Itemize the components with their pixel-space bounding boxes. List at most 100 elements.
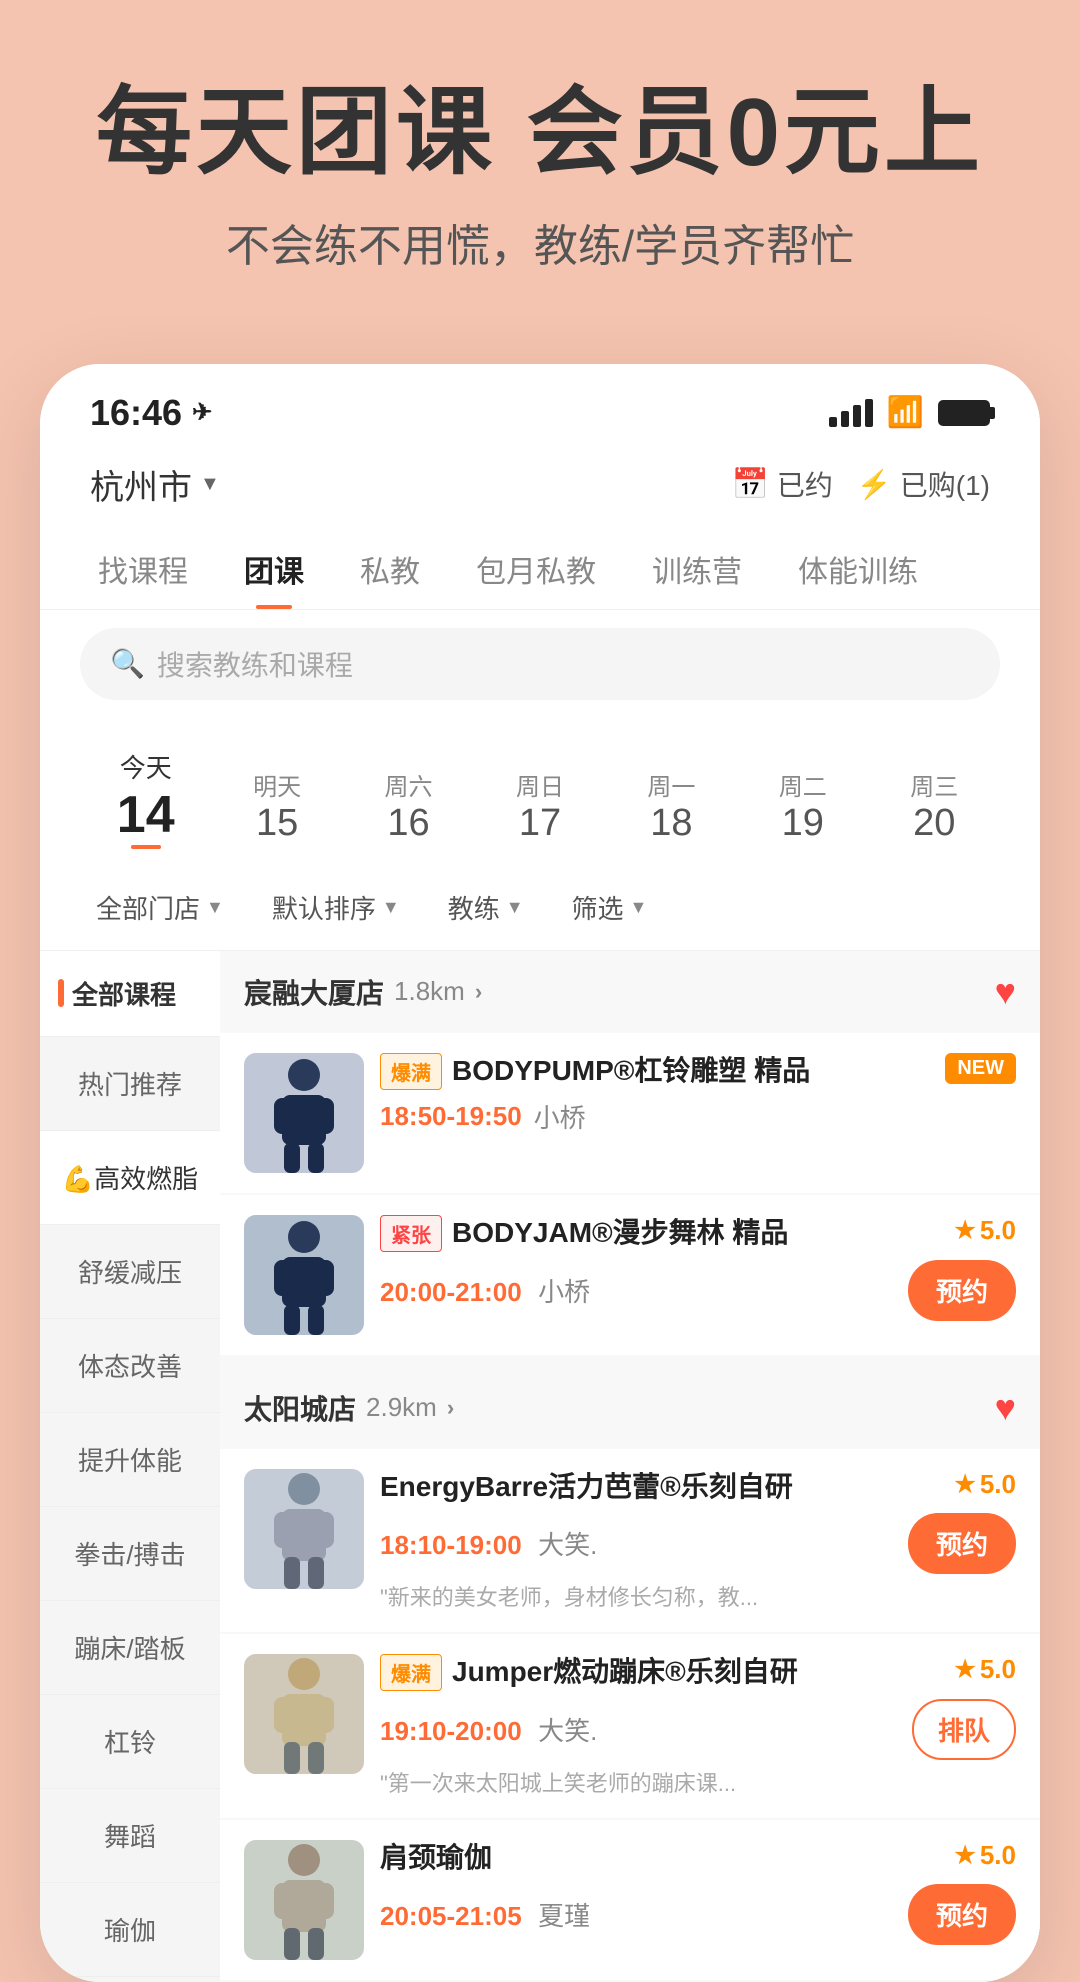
store-2-distance: 2.9km xyxy=(366,1392,437,1423)
filter-more[interactable]: 筛选 ▼ xyxy=(556,881,664,934)
course-3-info: EnergyBarre活力芭蕾®乐刻自研 ★ 5.0 18:10-19:00 大… xyxy=(380,1469,1016,1612)
course-4-info: 爆满 Jumper燃动蹦床®乐刻自研 ★ 5.0 19:10-20:00 大笑.… xyxy=(380,1654,1016,1798)
course-thumb-4 xyxy=(244,1654,364,1774)
course-1-title-row: 爆满 BODYPUMP®杠铃雕塑 精品 NEW xyxy=(380,1053,1016,1090)
store-1-name: 宸融大厦店 xyxy=(244,972,384,1012)
filter-sort[interactable]: 默认排序 ▼ xyxy=(256,881,416,934)
city-dropdown-icon: ▼ xyxy=(200,473,220,496)
tab-camp[interactable]: 训练营 xyxy=(624,529,770,609)
sidebar-item-relax[interactable]: 舒缓减压 xyxy=(40,1225,220,1319)
course-3-title-row: EnergyBarre活力芭蕾®乐刻自研 ★ 5.0 xyxy=(380,1469,1016,1505)
date-4[interactable]: 周一 18 xyxy=(606,757,737,855)
search-input-wrap[interactable]: 🔍 搜索教练和课程 xyxy=(80,628,1000,700)
course-4-bottom: 19:10-20:00 大笑. 排队 xyxy=(380,1699,1016,1760)
course-4-time-trainer: 19:10-20:00 大笑. xyxy=(380,1711,597,1748)
city-name: 杭州市 xyxy=(90,460,192,509)
filter-sort-arrow: ▼ xyxy=(382,897,400,918)
date-5[interactable]: 周二 19 xyxy=(737,757,868,855)
city-selector[interactable]: 杭州市 ▼ xyxy=(90,460,220,509)
course-3-rating: ★ 5.0 xyxy=(954,1469,1016,1500)
filter-trainer[interactable]: 教练 ▼ xyxy=(432,881,540,934)
star-icon-3: ★ xyxy=(954,1470,976,1499)
course-3-book-btn[interactable]: 预约 xyxy=(908,1513,1016,1574)
tab-group[interactable]: 团课 xyxy=(216,529,332,609)
course-5-bottom: 20:05-21:05 夏瑾 预约 xyxy=(380,1884,1016,1945)
filter-more-arrow: ▼ xyxy=(630,897,648,918)
main-content: 全部课程 热门推荐 💪高效燃脂 舒缓减压 体态改善 提升体能 拳击/搏击 蹦床/… xyxy=(40,951,1040,1982)
course-2-book-btn[interactable]: 预约 xyxy=(908,1260,1016,1321)
wifi-icon: 📶 xyxy=(887,395,924,430)
top-nav: 杭州市 ▼ 📅 已约 ⚡ 已购(1) xyxy=(40,444,1040,529)
search-placeholder: 搜索教练和课程 xyxy=(157,644,353,684)
store-1-favorite-btn[interactable]: ♥ xyxy=(995,971,1016,1013)
course-4-time: 19:10-20:00 xyxy=(380,1716,522,1746)
store-2-header: 太阳城店 2.9km › ♥ xyxy=(220,1367,1040,1449)
course-2-rating: ★ 5.0 xyxy=(954,1215,1016,1246)
course-thumb-2 xyxy=(244,1215,364,1335)
store-1-arrow-icon: › xyxy=(475,979,482,1005)
course-4-name: Jumper燃动蹦床®乐刻自研 xyxy=(452,1654,944,1690)
bolt-icon: ⚡ xyxy=(857,468,892,501)
date-3[interactable]: 周日 17 xyxy=(474,757,605,855)
sidebar-item-yoga[interactable]: 瑜伽 xyxy=(40,1883,220,1977)
date-bar: 今天 14 明天 15 周六 16 周日 17 周一 18 周二 19 周三 2… xyxy=(40,718,1040,865)
course-2-time: 20:00-21:00 xyxy=(380,1277,522,1307)
store-1-info[interactable]: 宸融大厦店 1.8km › xyxy=(244,972,482,1012)
course-5-book-btn[interactable]: 预约 xyxy=(908,1884,1016,1945)
date-1[interactable]: 明天 15 xyxy=(211,757,342,855)
course-4-desc: "第一次来太阳城上笑老师的蹦床课... xyxy=(380,1766,1016,1798)
booked-btn[interactable]: 📅 已约 xyxy=(732,464,833,504)
course-1-info: 爆满 BODYPUMP®杠铃雕塑 精品 NEW 18:50-19:50 小桥 xyxy=(380,1053,1016,1135)
course-2-info: 紧张 BODYJAM®漫步舞林 精品 ★ 5.0 20:00-21:00 小桥 … xyxy=(380,1215,1016,1321)
hero-section: 每天团课 会员0元上 不会练不用慌，教练/学员齐帮忙 xyxy=(0,0,1080,334)
person-svg-3 xyxy=(244,1469,364,1589)
tab-find[interactable]: 找课程 xyxy=(70,529,216,609)
course-card-3: EnergyBarre活力芭蕾®乐刻自研 ★ 5.0 18:10-19:00 大… xyxy=(220,1449,1040,1632)
course-1-trainer: 小桥 xyxy=(534,1098,586,1135)
date-6[interactable]: 周三 20 xyxy=(869,757,1000,855)
course-5-title-row: 肩颈瑜伽 ★ 5.0 xyxy=(380,1840,1016,1876)
course-5-time-trainer: 20:05-21:05 夏瑾 xyxy=(380,1896,590,1933)
purchased-btn[interactable]: ⚡ 已购(1) xyxy=(857,464,990,504)
star-icon-5: ★ xyxy=(954,1841,976,1870)
filter-trainer-arrow: ▼ xyxy=(506,897,524,918)
course-3-time-trainer: 18:10-19:00 大笑. xyxy=(380,1525,597,1562)
sidebar-item-fitness[interactable]: 提升体能 xyxy=(40,1413,220,1507)
sidebar-item-hot[interactable]: 热门推荐 xyxy=(40,1037,220,1131)
course-4-queue-btn[interactable]: 排队 xyxy=(912,1699,1016,1760)
date-today[interactable]: 今天 14 xyxy=(80,738,211,855)
tab-fitness[interactable]: 体能训练 xyxy=(770,529,946,609)
sidebar-item-boxing[interactable]: 拳击/搏击 xyxy=(40,1507,220,1601)
course-3-trainer: 大笑. xyxy=(538,1530,597,1560)
person-svg-2 xyxy=(244,1215,364,1335)
sidebar-item-trampoline[interactable]: 蹦床/踏板 xyxy=(40,1601,220,1695)
person-svg-4 xyxy=(244,1654,364,1774)
person-svg-5 xyxy=(244,1840,364,1960)
battery-icon xyxy=(938,400,990,426)
store-2-info[interactable]: 太阳城店 2.9km › xyxy=(244,1388,454,1428)
course-4-trainer: 大笑. xyxy=(538,1716,597,1746)
filter-store[interactable]: 全部门店 ▼ xyxy=(80,881,240,934)
course-3-desc: "新来的美女老师，身材修长匀称，教... xyxy=(380,1580,1016,1612)
tab-private[interactable]: 私教 xyxy=(332,529,448,609)
date-2[interactable]: 周六 16 xyxy=(343,757,474,855)
course-1-time: 18:50-19:50 xyxy=(380,1101,522,1132)
course-card-1: 爆满 BODYPUMP®杠铃雕塑 精品 NEW 18:50-19:50 小桥 xyxy=(220,1033,1040,1193)
course-5-trainer: 夏瑾 xyxy=(538,1901,590,1931)
course-card-2: 紧张 BODYJAM®漫步舞林 精品 ★ 5.0 20:00-21:00 小桥 … xyxy=(220,1195,1040,1355)
status-bar: 16:46 ✈ 📶 xyxy=(40,364,1040,444)
tab-monthly[interactable]: 包月私教 xyxy=(448,529,624,609)
sidebar-item-barbell[interactable]: 杠铃 xyxy=(40,1695,220,1789)
course-4-rating: ★ 5.0 xyxy=(954,1654,1016,1685)
sidebar-item-dance[interactable]: 舞蹈 xyxy=(40,1789,220,1883)
course-4-title-row: 爆满 Jumper燃动蹦床®乐刻自研 ★ 5.0 xyxy=(380,1654,1016,1691)
store-2-favorite-btn[interactable]: ♥ xyxy=(995,1387,1016,1429)
left-sidebar: 全部课程 热门推荐 💪高效燃脂 舒缓减压 体态改善 提升体能 拳击/搏击 蹦床/… xyxy=(40,951,220,1982)
course-thumb-3 xyxy=(244,1469,364,1589)
top-actions: 📅 已约 ⚡ 已购(1) xyxy=(732,464,990,504)
course-5-name: 肩颈瑜伽 xyxy=(380,1840,944,1876)
sidebar-item-posture[interactable]: 体态改善 xyxy=(40,1319,220,1413)
course-card-4: 爆满 Jumper燃动蹦床®乐刻自研 ★ 5.0 19:10-20:00 大笑.… xyxy=(220,1634,1040,1818)
sidebar-item-fatburn[interactable]: 💪高效燃脂 xyxy=(40,1131,220,1225)
filter-bar: 全部门店 ▼ 默认排序 ▼ 教练 ▼ 筛选 ▼ xyxy=(40,865,1040,951)
